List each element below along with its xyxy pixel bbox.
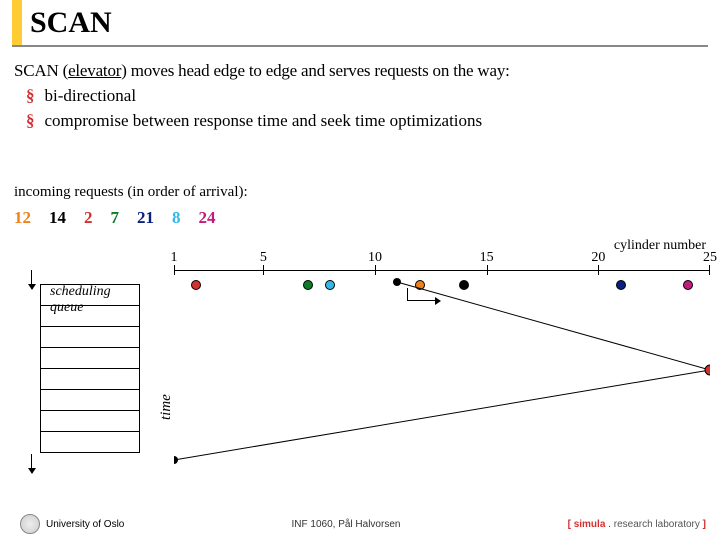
queue-cell xyxy=(40,326,140,348)
course-info: INF 1060, Pål Halvorsen xyxy=(292,519,401,530)
queue-cell xyxy=(40,389,140,411)
footer: University of Oslo INF 1060, Pål Halvors… xyxy=(20,514,706,534)
tick-1: 1 xyxy=(171,250,178,266)
cylinder-number-label: cylinder number xyxy=(614,238,706,254)
queue-cell xyxy=(40,347,140,369)
university-name: University of Oslo xyxy=(46,519,124,530)
tick-15: 15 xyxy=(480,250,494,266)
slide-accent-bar xyxy=(12,0,22,45)
incoming-label: incoming requests (in order of arrival): xyxy=(14,184,248,201)
request-14: 14 xyxy=(49,208,66,228)
bullet-1: § bi-directional xyxy=(14,85,706,108)
scan-head-path xyxy=(174,270,710,470)
queue-label: scheduling queue xyxy=(50,284,111,316)
requests-list: 12 14 2 7 21 8 24 xyxy=(14,208,216,228)
request-24: 24 xyxy=(199,208,216,228)
desc-line: SCAN (elevator) moves head edge to edge … xyxy=(14,61,510,80)
tick-5: 5 xyxy=(260,250,267,266)
uio-seal-icon xyxy=(20,514,40,534)
elevator-underline: elevator xyxy=(68,61,121,80)
request-8: 8 xyxy=(172,208,181,228)
queue-cell xyxy=(40,431,140,453)
bullet-icon: § xyxy=(26,85,35,108)
request-21: 21 xyxy=(137,208,154,228)
queue-out-arrow xyxy=(28,454,36,474)
request-12: 12 xyxy=(14,208,31,228)
title-underline xyxy=(12,45,708,47)
request-7: 7 xyxy=(111,208,120,228)
description-block: SCAN (elevator) moves head edge to edge … xyxy=(14,60,706,133)
tick-25: 25 xyxy=(703,250,717,266)
bullet-icon: § xyxy=(26,110,35,133)
queue-cell xyxy=(40,368,140,390)
simula-logo: [ simula . research laboratory ] xyxy=(568,519,706,530)
bullet-2: § compromise between response time and s… xyxy=(14,110,706,133)
tick-20: 20 xyxy=(591,250,605,266)
footer-left: University of Oslo xyxy=(20,514,124,534)
request-2: 2 xyxy=(84,208,93,228)
slide-title: SCAN xyxy=(30,6,112,40)
tick-10: 10 xyxy=(368,250,382,266)
queue-in-arrow xyxy=(28,270,36,290)
time-axis-label: time xyxy=(158,394,175,420)
queue-cell xyxy=(40,410,140,432)
